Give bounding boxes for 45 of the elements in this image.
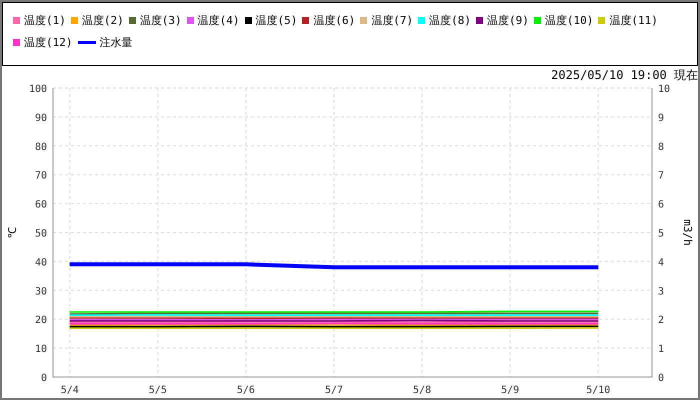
y-tick-label: 80 — [34, 142, 47, 153]
x-tick-label: 5/4 — [60, 385, 79, 394]
y-tick-label: 20 — [34, 315, 47, 326]
legend-label: 温度(10) — [544, 12, 594, 28]
legend-label: 温度(5) — [256, 12, 298, 28]
legend-label: 温度(1) — [24, 12, 66, 28]
y2-tick-label: 2 — [658, 315, 664, 326]
x-tick-label: 5/8 — [413, 385, 432, 394]
y2-tick-label: 8 — [658, 142, 664, 153]
y-tick-label: 30 — [34, 286, 47, 298]
y2-tick-label: 5 — [658, 228, 664, 240]
y-tick-label: 70 — [34, 170, 47, 182]
y2-tick-label: 1 — [658, 344, 664, 356]
y-tick-label: 10 — [34, 344, 47, 356]
y-tick-label: 0 — [40, 373, 47, 384]
y-tick-label: 40 — [34, 257, 47, 268]
legend-label: 温度(9) — [487, 12, 529, 28]
legend-label: 温度(3) — [140, 12, 182, 28]
y-tick-label: 60 — [34, 200, 47, 211]
legend-label: 温度(8) — [429, 12, 471, 28]
x-tick-label: 5/7 — [324, 385, 344, 394]
x-tick-label: 5/5 — [148, 385, 167, 394]
y2-tick-label: 9 — [658, 112, 664, 124]
y2-tick-label: 4 — [658, 257, 664, 268]
legend-label: 注水量 — [100, 34, 132, 50]
y2-axis-label: m3/h — [681, 219, 694, 246]
legend-label: 温度(12) — [24, 34, 72, 50]
x-tick-label: 5/10 — [586, 385, 610, 394]
legend-label: 温度(6) — [313, 12, 356, 28]
y-tick-label: 50 — [34, 228, 47, 240]
legend-label: 温度(7) — [371, 12, 414, 28]
y-tick-label: 90 — [34, 112, 47, 124]
y2-tick-label: 6 — [658, 200, 664, 211]
x-tick-label: 5/6 — [236, 385, 255, 394]
y2-tick-label: 7 — [658, 170, 664, 182]
legend-label: 温度(4) — [198, 12, 240, 28]
y-axis-label: ℃ — [6, 227, 19, 238]
x-tick-label: 5/9 — [501, 385, 520, 394]
legend-label: 温度(2) — [82, 12, 124, 28]
y2-tick-label: 3 — [658, 286, 664, 298]
y2-tick-label: 10 — [658, 84, 670, 95]
timestamp: 2025/05/10 19:00 現在 — [551, 67, 698, 84]
y2-tick-label: 0 — [658, 373, 664, 384]
y-tick-label: 100 — [28, 84, 47, 95]
legend-label: 温度(11) — [609, 12, 658, 28]
